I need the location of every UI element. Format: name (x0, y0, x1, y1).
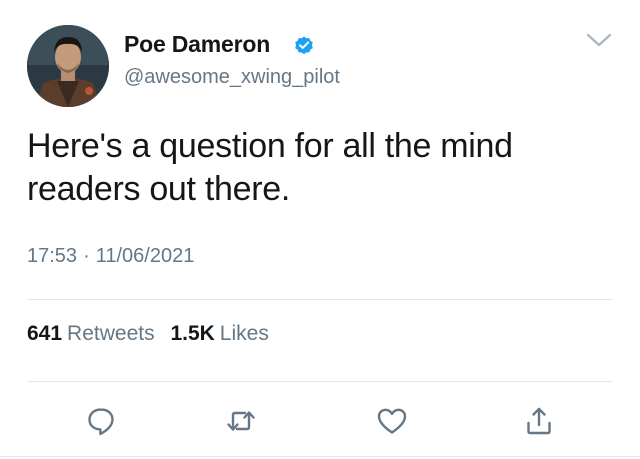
tweet-card: Poe Dameron @awesome_xwing_pilot Here's … (0, 0, 640, 459)
tweet-date: 11/06/2021 (95, 245, 195, 267)
likes-stat[interactable]: 1.5K Likes (170, 322, 268, 346)
timestamp-separator: · (83, 245, 90, 267)
divider (27, 299, 613, 300)
avatar[interactable] (27, 25, 109, 107)
tweet-time: 17:53 (27, 245, 78, 267)
retweet-button[interactable] (224, 404, 258, 438)
avatar-image (27, 25, 109, 107)
retweet-icon (227, 411, 255, 431)
retweets-label: Retweets (67, 322, 155, 345)
likes-label: Likes (219, 322, 269, 345)
like-button[interactable] (375, 404, 409, 438)
heart-icon (377, 408, 407, 434)
chevron-down-icon[interactable] (585, 30, 613, 50)
retweets-count: 641 (27, 322, 63, 345)
reply-icon (88, 408, 114, 436)
retweets-stat[interactable]: 641 Retweets (27, 322, 155, 346)
likes-count: 1.5K (170, 322, 215, 345)
tweet-text: Here's a question for all the mind reade… (27, 127, 513, 208)
divider (0, 456, 640, 457)
share-button[interactable] (522, 404, 556, 438)
reply-button[interactable] (84, 404, 118, 438)
divider (27, 381, 613, 382)
display-name[interactable]: Poe Dameron (124, 31, 270, 58)
verified-badge-icon (295, 36, 313, 55)
user-handle[interactable]: @awesome_xwing_pilot (124, 66, 340, 89)
tweet-timestamp[interactable]: 17:53 · 11/06/2021 (27, 245, 194, 268)
share-icon (527, 407, 551, 435)
tweet-stats: 641 Retweets 1.5K Likes (27, 322, 279, 346)
